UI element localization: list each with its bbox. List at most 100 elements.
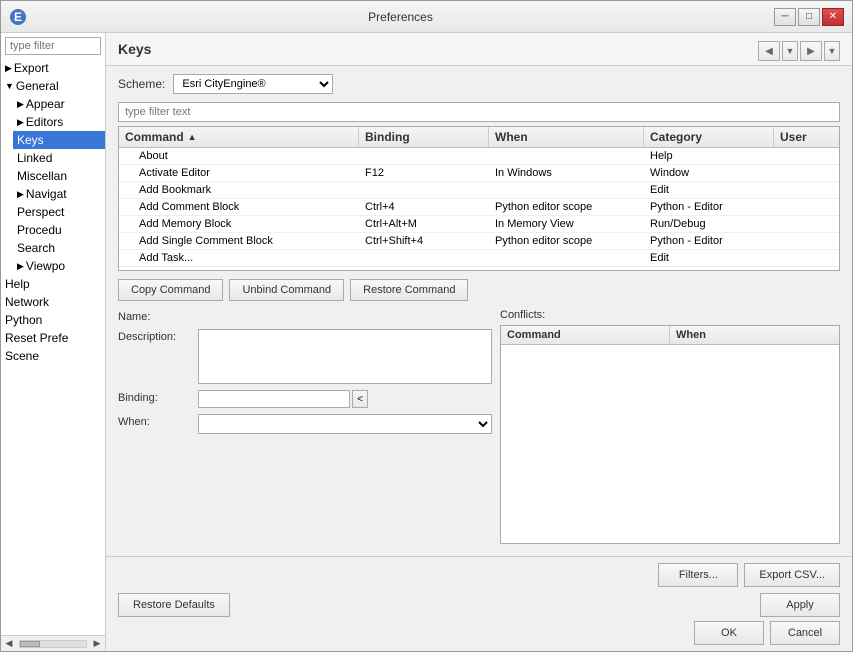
conflicts-header: Command When <box>501 326 839 345</box>
column-category[interactable]: Category <box>644 127 774 147</box>
table-row[interactable]: Activate EditorF12In WindowsWindow <box>119 165 839 182</box>
restore-defaults-button[interactable]: Restore Defaults <box>118 593 230 617</box>
cell-when: In Windows <box>489 165 644 181</box>
action-buttons: Copy Command Unbind Command Restore Comm… <box>118 279 840 301</box>
scroll-left-arrow[interactable]: ◀ <box>1 636 17 652</box>
cell-category: Help <box>644 148 774 164</box>
sidebar-item-export[interactable]: ▶ Export <box>1 59 105 77</box>
sidebar-item-linked[interactable]: Linked <box>13 149 105 167</box>
scheme-select[interactable]: Esri CityEngine® <box>173 74 333 94</box>
table-row[interactable]: Add Single Comment BlockCtrl+Shift+4Pyth… <box>119 233 839 250</box>
sidebar-item-scene[interactable]: Scene <box>1 347 105 365</box>
maximize-button[interactable]: □ <box>798 8 820 26</box>
main-panel: Keys ◀ ▼ ▶ ▼ Scheme: Esri CityEngine® <box>106 33 852 651</box>
cell-command: Add Bookmark <box>119 182 359 198</box>
nav-forward-dropdown[interactable]: ▼ <box>824 41 840 61</box>
sidebar-item-appear[interactable]: ▶ Appear <box>13 95 105 113</box>
apply-button[interactable]: Apply <box>760 593 840 617</box>
table-body: About HelpActivate EditorF12In WindowsWin… <box>119 148 839 270</box>
sidebar-item-label: Network <box>5 295 49 309</box>
sidebar-item-label: Appear <box>26 97 65 111</box>
table-row[interactable]: Add Memory BlockCtrl+Alt+MIn Memory View… <box>119 216 839 233</box>
sidebar-filter-input[interactable] <box>5 37 101 55</box>
main-header: Keys ◀ ▼ ▶ ▼ <box>106 33 852 66</box>
sidebar-item-viewport[interactable]: ▶ Viewpo <box>13 257 105 275</box>
sidebar-item-python[interactable]: Python <box>1 311 105 329</box>
nav-forward-button[interactable]: ▶ <box>800 41 822 61</box>
sidebar-item-editors[interactable]: ▶ Editors <box>13 113 105 131</box>
nav-back-dropdown[interactable]: ▼ <box>782 41 798 61</box>
sidebar-item-general[interactable]: ▼ General <box>1 77 105 95</box>
cell-binding: Ctrl+Alt+M <box>359 216 489 232</box>
sidebar-item-label: Python <box>5 313 42 327</box>
sidebar-item-perspectives[interactable]: Perspect <box>13 203 105 221</box>
sidebar-item-help[interactable]: Help <box>1 275 105 293</box>
sidebar-item-network[interactable]: Network <box>1 293 105 311</box>
filters-button[interactable]: Filters... <box>658 563 738 587</box>
table-row[interactable]: Add Comment BlockCtrl+4Python editor sco… <box>119 199 839 216</box>
table-row[interactable]: Add Task...Edit <box>119 250 839 267</box>
cell-category: Python - Editor <box>644 199 774 215</box>
when-select[interactable] <box>198 414 492 434</box>
titlebar: E Preferences ─ □ ✕ <box>1 1 852 33</box>
sidebar-item-label: General <box>16 79 59 93</box>
table-row[interactable]: Add BookmarkEdit <box>119 182 839 199</box>
sidebar-item-search[interactable]: Search <box>13 239 105 257</box>
sidebar-item-keys[interactable]: Keys <box>13 131 105 149</box>
cell-user <box>774 148 839 164</box>
unbind-command-button[interactable]: Unbind Command <box>229 279 344 301</box>
sidebar-item-navigation[interactable]: ▶ Navigat <box>13 185 105 203</box>
table-row[interactable]: About Help <box>119 148 839 165</box>
sidebar-item-reset-preferences[interactable]: Reset Prefe <box>1 329 105 347</box>
table-header: Command ▲ Binding When Category <box>119 127 839 148</box>
cancel-button[interactable]: Cancel <box>770 621 840 645</box>
restore-command-button[interactable]: Restore Command <box>350 279 468 301</box>
column-when[interactable]: When <box>489 127 644 147</box>
command-filter-input[interactable] <box>118 102 840 122</box>
cell-binding: Ctrl+Shift+4 <box>359 233 489 249</box>
export-csv-button[interactable]: Export CSV... <box>744 563 840 587</box>
cell-command: Activate Editor <box>119 165 359 181</box>
conflicts-label: Conflicts: <box>500 309 840 321</box>
sidebar-item-label: Help <box>5 277 30 291</box>
left-details: Name: Description: Binding: < <box>118 309 492 548</box>
column-binding[interactable]: Binding <box>359 127 489 147</box>
cell-command: Add Comment Block <box>119 199 359 215</box>
sidebar-item-label: Reset Prefe <box>5 331 68 345</box>
binding-input[interactable] <box>198 390 350 408</box>
close-button[interactable]: ✕ <box>822 8 844 26</box>
cell-binding: Ctrl+4 <box>359 199 489 215</box>
sidebar-item-miscellaneous[interactable]: Miscellan <box>13 167 105 185</box>
page-title: Keys <box>118 41 151 57</box>
bottom-row1: Filters... Export CSV... <box>118 563 840 587</box>
name-field-row: Name: <box>118 309 492 323</box>
description-label: Description: <box>118 329 198 343</box>
when-field-row: When: <box>118 414 492 434</box>
cell-category: Run/Debug <box>644 216 774 232</box>
cell-user <box>774 216 839 232</box>
description-textarea[interactable] <box>198 329 492 384</box>
cell-command: About <box>119 148 359 164</box>
expand-icon: ▶ <box>17 117 24 128</box>
scroll-right-arrow[interactable]: ▶ <box>89 636 105 652</box>
cell-when: Python editor scope <box>489 233 644 249</box>
minimize-button[interactable]: ─ <box>774 8 796 26</box>
cell-user <box>774 165 839 181</box>
scroll-track[interactable] <box>19 640 87 648</box>
sidebar-item-label: Editors <box>26 115 63 129</box>
sidebar-item-label: Perspect <box>17 205 64 219</box>
sidebar-item-label: Procedu <box>17 223 62 237</box>
nav-back-button[interactable]: ◀ <box>758 41 780 61</box>
sidebar-item-procedures[interactable]: Procedu <box>13 221 105 239</box>
sidebar: ▶ Export ▼ General ▶ Appear <box>1 33 106 651</box>
binding-label: Binding: <box>118 390 198 404</box>
sidebar-item-label: Navigat <box>26 187 67 201</box>
ok-button[interactable]: OK <box>694 621 764 645</box>
column-user[interactable]: User <box>774 127 840 147</box>
cell-binding: F12 <box>359 165 489 181</box>
cell-command: Add Task... <box>119 250 359 266</box>
cell-command: Add Single Comment Block <box>119 233 359 249</box>
binding-clear-button[interactable]: < <box>352 390 368 408</box>
copy-command-button[interactable]: Copy Command <box>118 279 223 301</box>
column-command[interactable]: Command ▲ <box>119 127 359 147</box>
